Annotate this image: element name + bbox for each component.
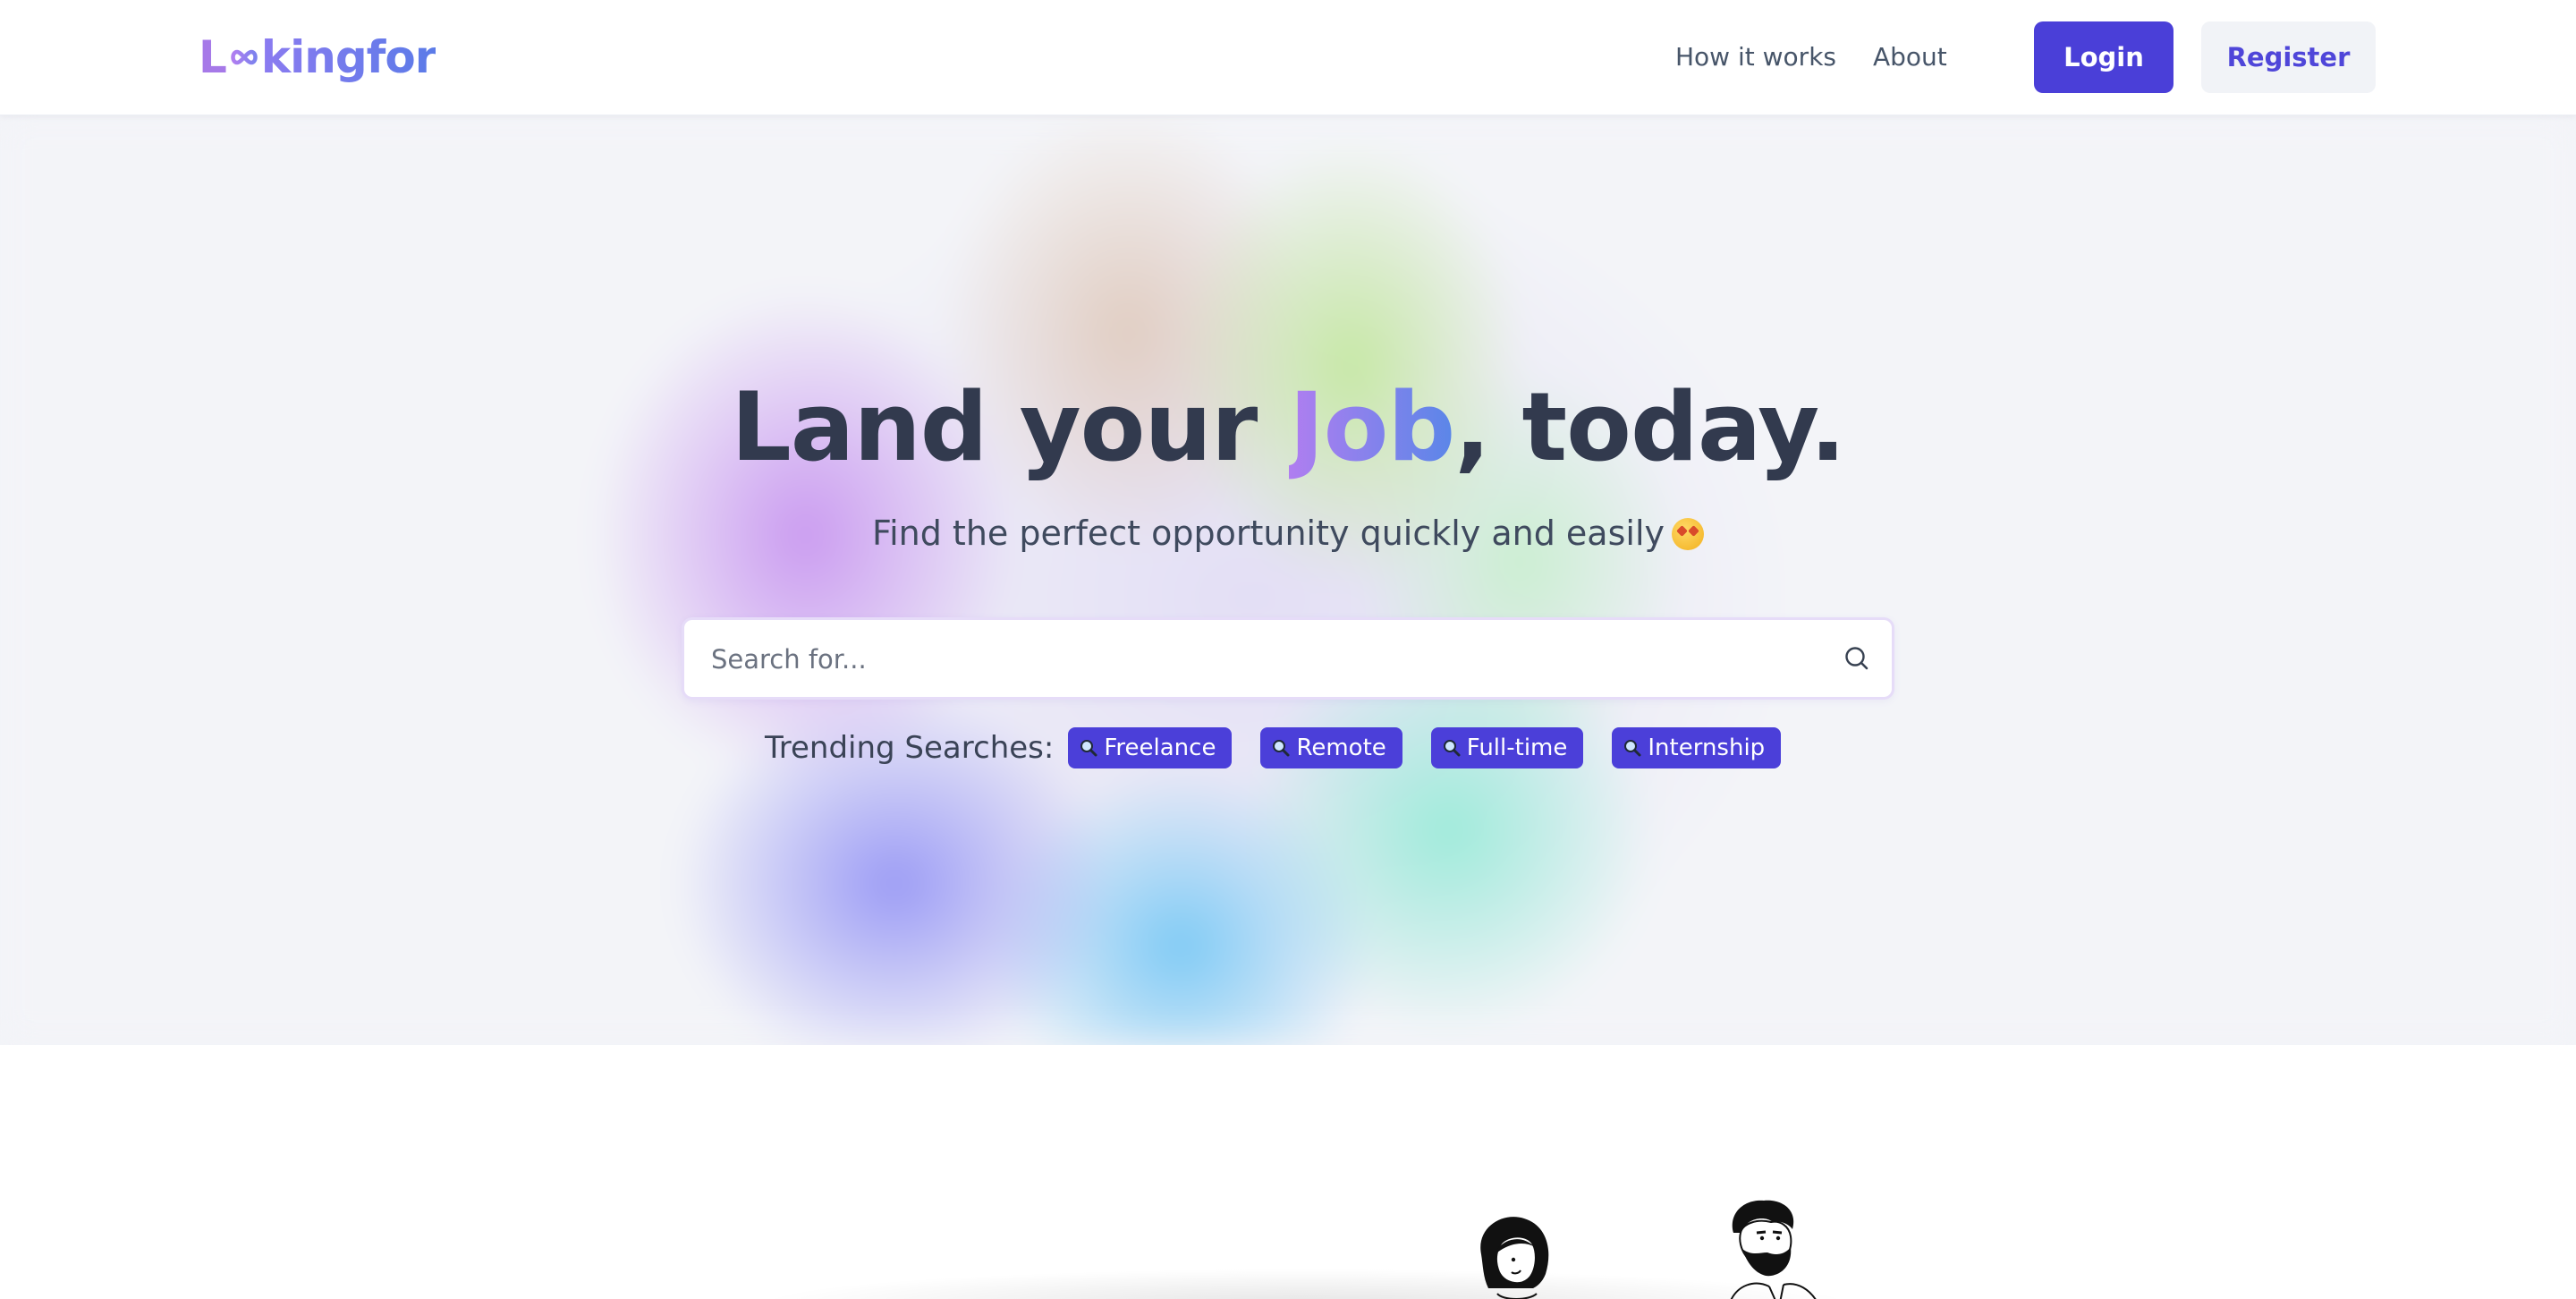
magnifier-emoji-icon	[1624, 740, 1641, 757]
site-header: L kingfor How it works About Login Regis…	[0, 0, 2576, 115]
logo-text-start: L	[199, 31, 227, 83]
nav-how-it-works[interactable]: How it works	[1675, 36, 1836, 79]
hero-title-suffix: , today.	[1454, 372, 1845, 482]
hero-subtitle: Find the perfect opportunity quickly and…	[0, 508, 2576, 558]
trending-label: Trending Searches:	[765, 730, 1055, 766]
infinity-icon	[231, 49, 258, 65]
register-button[interactable]: Register	[2201, 21, 2376, 93]
card-shadow	[751, 1269, 1860, 1299]
search-box	[682, 617, 1894, 700]
login-button[interactable]: Login	[2034, 21, 2174, 93]
logo-text-end: kingfor	[261, 25, 437, 89]
hero-section: Land your Job, today. Find the perfect o…	[0, 115, 2576, 1045]
hero-title: Land your Job, today.	[0, 374, 2576, 481]
illustration-section	[0, 1045, 2576, 1299]
trending-tag-full-time[interactable]: Full-time	[1430, 727, 1584, 768]
trending-tag-internship[interactable]: Internship	[1612, 727, 1782, 768]
woman-illustration	[1480, 1217, 1549, 1299]
nav-about[interactable]: About	[1873, 36, 1947, 79]
hero-title-prefix: Land your	[731, 372, 1290, 482]
trending-searches: Trending Searches: Freelance Remote Full…	[765, 723, 1782, 773]
trending-tag-remote[interactable]: Remote	[1260, 727, 1402, 768]
magnifier-emoji-icon	[1443, 740, 1461, 757]
trending-tag-label: Freelance	[1104, 734, 1216, 761]
trending-tag-freelance[interactable]: Freelance	[1068, 727, 1233, 768]
logo[interactable]: L kingfor	[199, 25, 436, 89]
magnifier-emoji-icon	[1080, 740, 1097, 757]
search-input[interactable]	[709, 620, 1804, 699]
trending-tag-label: Remote	[1296, 734, 1386, 761]
search-icon[interactable]	[1842, 643, 1872, 674]
magnifier-emoji-icon	[1273, 740, 1290, 757]
star-struck-emoji-icon	[1672, 518, 1704, 550]
man-illustration	[1730, 1200, 1817, 1299]
hero-subtitle-text: Find the perfect opportunity quickly and…	[871, 514, 1665, 553]
trending-tag-label: Full-time	[1466, 734, 1568, 761]
trending-tag-label: Internship	[1648, 734, 1766, 761]
hero-title-highlight: Job	[1289, 372, 1455, 482]
hero-gradient-background	[0, 115, 2576, 1045]
